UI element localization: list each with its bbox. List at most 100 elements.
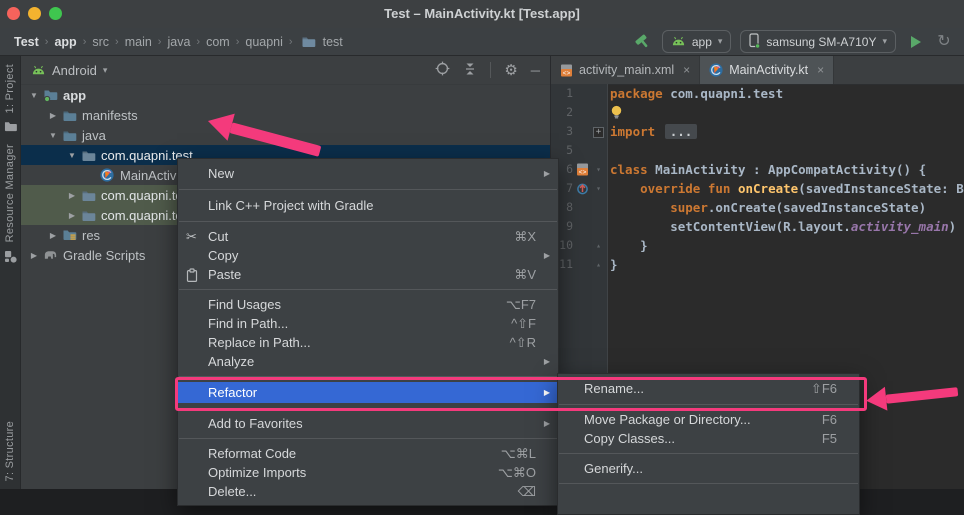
fold-marker[interactable]: ▴ <box>591 255 606 274</box>
menu-item-delete[interactable]: Delete... ⌫ <box>178 482 558 501</box>
submenu-arrow-icon: ▶ <box>536 388 550 397</box>
code-text: setContentView(R.layout.activity_main) <box>606 217 956 236</box>
android-icon <box>671 35 686 49</box>
xml-file-icon: <> <box>560 64 573 77</box>
menu-item-cut[interactable]: ✂ Cut ⌘X <box>178 227 558 246</box>
tree-toggle-icon[interactable]: ▼ <box>27 91 41 100</box>
menu-item-paste[interactable]: Paste ⌘V <box>178 265 558 284</box>
breadcrumb-item[interactable]: app <box>54 35 76 49</box>
tree-item[interactable]: ▼ java <box>21 125 550 145</box>
menu-item-reformat-code[interactable]: Reformat Code ⌥⌘L <box>178 444 558 463</box>
fold-marker[interactable]: ▾ <box>591 179 606 198</box>
menu-item-shortcut: F6 <box>822 412 837 427</box>
svg-text:<>: <> <box>578 169 586 176</box>
menu-item-new[interactable]: New ▶ <box>178 163 558 184</box>
menu-item-add-to-favorites[interactable]: Add to Favorites ▶ <box>178 414 558 433</box>
rerun-icon[interactable]: ↻ <box>934 32 954 52</box>
tree-toggle-icon[interactable]: ▼ <box>65 151 79 160</box>
menu-item-shortcut: ⌥⌘O <box>498 465 536 481</box>
breadcrumb-separator: › <box>83 36 87 48</box>
menu-item-label: Cut <box>208 229 228 244</box>
code-text: } <box>606 255 618 274</box>
menu-item-find-in-path[interactable]: Find in Path... ^⇧F <box>178 314 558 333</box>
run-button[interactable] <box>905 32 925 52</box>
fold-marker[interactable]: ▴ <box>591 236 606 255</box>
tree-toggle-icon[interactable]: ▶ <box>65 191 79 200</box>
tool-window-button[interactable]: 1: Project <box>4 64 16 113</box>
tree-item[interactable]: ▶ manifests <box>21 105 550 125</box>
editor-tab-bar: <> activity_main.xml × MainActivity.kt × <box>551 56 964 85</box>
code-line: 2 <box>551 103 964 122</box>
close-tab-icon[interactable]: × <box>817 63 824 77</box>
tree-toggle-icon[interactable]: ▶ <box>65 211 79 220</box>
menu-item-label: Find Usages <box>208 297 281 312</box>
resource-manager-icon[interactable] <box>4 250 17 263</box>
menu-item-label: Add to Favorites <box>208 416 303 431</box>
editor-tab[interactable]: <> activity_main.xml × <box>551 56 700 84</box>
project-view-selector[interactable]: Android <box>52 63 97 78</box>
folder-icon <box>60 129 78 142</box>
menu-item-replace-in-path[interactable]: Replace in Path... ^⇧R <box>178 333 558 352</box>
submenu-arrow-icon: ▶ <box>536 419 550 428</box>
breadcrumb-item[interactable]: quapni <box>245 35 283 49</box>
project-panel-header: Android ▾ ⚙ ─ <box>21 56 550 85</box>
res-folder-icon <box>60 228 78 242</box>
build-hammer-icon[interactable] <box>633 32 653 52</box>
menu-item-move-package-or-directory[interactable]: Move Package or Directory... F6 <box>558 410 859 429</box>
tree-toggle-icon[interactable]: ▶ <box>46 231 60 240</box>
menu-item-label: Refactor <box>208 385 257 400</box>
menu-separator <box>179 189 557 190</box>
chevron-down-icon[interactable]: ▾ <box>103 65 108 76</box>
menu-item-refactor[interactable]: Refactor ▶ <box>178 382 558 403</box>
menu-item-optimize-imports[interactable]: Optimize Imports ⌥⌘O <box>178 463 558 482</box>
menu-item-link-c-project-with-gradle[interactable]: Link C++ Project with Gradle <box>178 195 558 216</box>
menu-item-label: Optimize Imports <box>208 465 306 480</box>
editor-tab[interactable]: MainActivity.kt × <box>700 56 834 84</box>
breadcrumb-item[interactable]: com <box>206 35 230 49</box>
android-studio-window: Test – MainActivity.kt [Test.app] Test›a… <box>0 0 964 489</box>
menu-item-rename[interactable]: Rename... ⇧F6 <box>558 378 859 399</box>
code-line: 5 <box>551 141 964 160</box>
tree-item[interactable]: ▼ app <box>21 85 550 105</box>
code-line: 6 <> ▾ class MainActivity : AppCompatAct… <box>551 160 964 179</box>
submenu-arrow-icon: ▶ <box>536 169 550 178</box>
menu-item-analyze[interactable]: Analyze ▶ <box>178 352 558 371</box>
menu-item-copy[interactable]: Copy ▶ <box>178 246 558 265</box>
project-icon[interactable] <box>4 120 17 132</box>
breadcrumb-item[interactable]: test <box>323 35 343 49</box>
app-folder-icon <box>41 88 59 102</box>
tree-toggle-icon[interactable]: ▼ <box>46 131 60 140</box>
tool-window-strip: 1: Project Resource Manager 7: Structure <box>0 56 21 489</box>
menu-item-shortcut: ⌘X <box>514 229 536 245</box>
breadcrumb-item[interactable]: Test <box>14 35 39 49</box>
breadcrumb-item[interactable]: src <box>92 35 109 49</box>
close-tab-icon[interactable]: × <box>683 63 690 77</box>
breadcrumb-item[interactable]: main <box>125 35 152 49</box>
device-dropdown[interactable]: samsung SM-A710Y ▾ <box>740 30 896 53</box>
menu-item-generify[interactable]: Generify... <box>558 459 859 478</box>
run-config-dropdown[interactable]: app ▾ <box>662 30 732 53</box>
package-folder-icon <box>79 189 97 202</box>
code-line: 7 ▾ override fun onCreate(savedInstanceS… <box>551 179 964 198</box>
menu-item-copy-classes[interactable]: Copy Classes... F5 <box>558 429 859 448</box>
lightbulb-icon[interactable] <box>610 105 623 119</box>
tool-window-button[interactable]: 7: Structure <box>4 421 16 481</box>
line-number: 2 <box>551 103 573 122</box>
gear-icon[interactable]: ⚙ <box>504 61 517 79</box>
line-number: 3 <box>551 122 573 141</box>
fold-marker[interactable]: ▾ <box>591 160 606 179</box>
chevron-down-icon: ▾ <box>882 36 887 47</box>
menu-item-shortcut: ⇧F6 <box>811 381 837 397</box>
collapse-all-icon[interactable] <box>463 62 477 79</box>
locate-target-icon[interactable] <box>435 61 450 79</box>
fold-marker[interactable]: + <box>591 122 606 141</box>
menu-item-label: Delete... <box>208 484 256 499</box>
menu-separator <box>559 453 858 454</box>
tree-toggle-icon[interactable]: ▶ <box>46 111 60 120</box>
menu-item-find-usages[interactable]: Find Usages ⌥F7 <box>178 295 558 314</box>
tool-window-button[interactable]: Resource Manager <box>4 144 16 242</box>
menu-item-label: Paste <box>208 267 241 282</box>
tree-toggle-icon[interactable]: ▶ <box>27 251 41 260</box>
breadcrumb-item[interactable]: java <box>167 35 190 49</box>
hide-panel-icon[interactable]: ─ <box>531 63 540 78</box>
